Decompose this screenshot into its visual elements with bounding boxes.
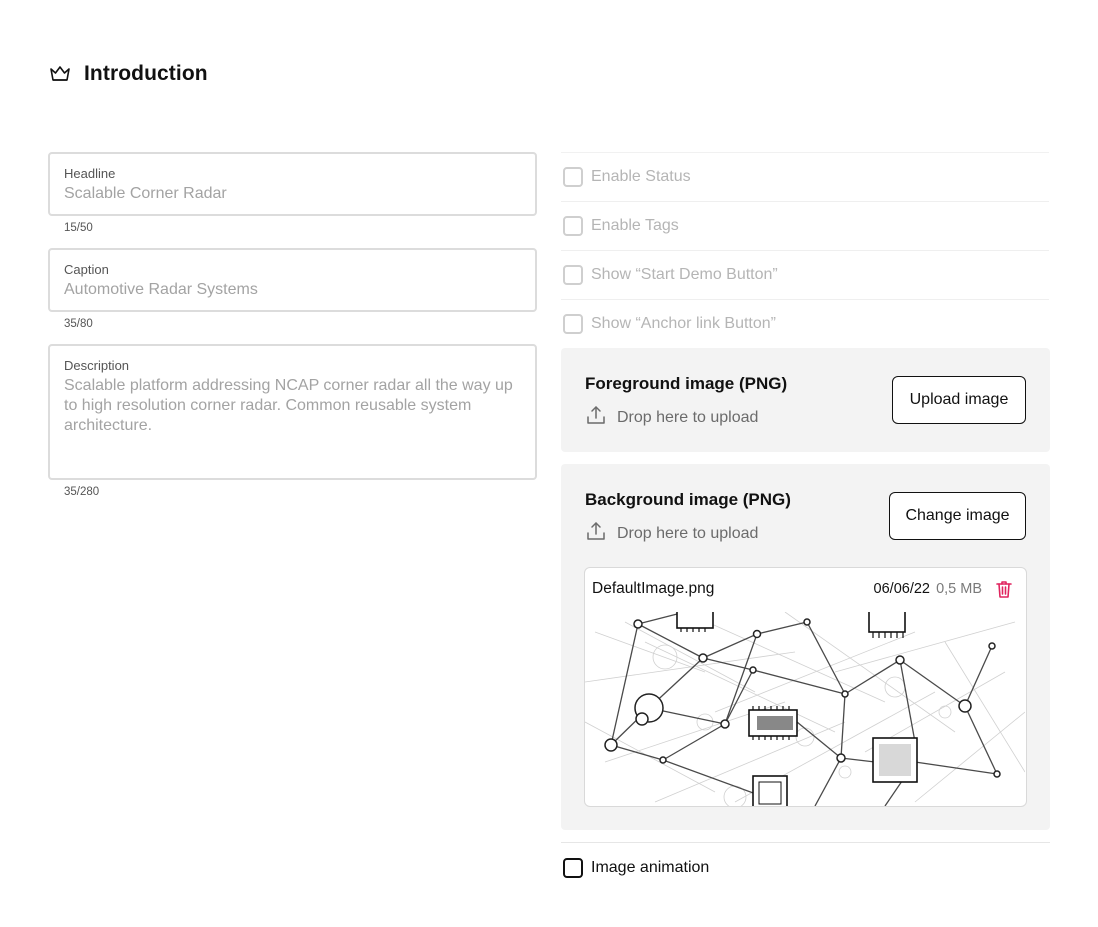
- description-label: Description: [64, 358, 130, 373]
- upload-image-button[interactable]: Upload image: [892, 376, 1026, 424]
- background-title: Background image (PNG): [585, 490, 791, 509]
- option-label: Image animation: [591, 858, 710, 876]
- background-drop-zone[interactable]: Drop here to upload: [585, 520, 758, 547]
- foreground-image-panel: Foreground image (PNG) Drop here to uplo…: [561, 348, 1050, 452]
- drop-text: Drop here to upload: [617, 408, 759, 426]
- foreground-drop-zone[interactable]: Drop here to upload: [585, 404, 758, 431]
- image-preview: [585, 612, 1025, 806]
- file-name: DefaultImage.png: [592, 580, 715, 597]
- headline-counter: 15/50: [64, 222, 93, 234]
- caption-label: Caption: [64, 262, 109, 277]
- checkbox[interactable]: [563, 265, 583, 285]
- description-counter: 35/280: [64, 486, 100, 498]
- headline-label: Headline: [64, 166, 116, 181]
- file-date: 06/06/22: [873, 581, 930, 597]
- checkbox[interactable]: [563, 216, 583, 236]
- change-image-button[interactable]: Change image: [889, 492, 1026, 540]
- description-field[interactable]: Description Scalable platform addressing…: [48, 344, 537, 480]
- option-label: Show “Start Demo Button”: [591, 266, 778, 283]
- option-label: Enable Tags: [591, 217, 679, 234]
- section-header: Introduction: [48, 62, 208, 86]
- option-start-demo-button[interactable]: Show “Start Demo Button”: [561, 250, 1049, 299]
- caption-counter: 35/80: [64, 318, 93, 330]
- caption-field[interactable]: Caption Automotive Radar Systems: [48, 248, 537, 312]
- checkbox[interactable]: [563, 167, 583, 187]
- background-image-panel: Background image (PNG) Drop here to uplo…: [561, 464, 1050, 830]
- description-value[interactable]: Scalable platform addressing NCAP corner…: [64, 376, 521, 436]
- caption-value[interactable]: Automotive Radar Systems: [64, 280, 521, 300]
- drop-text: Drop here to upload: [617, 524, 759, 542]
- page-title: Introduction: [84, 62, 208, 85]
- file-card: DefaultImage.png 06/06/22 0,5 MB: [584, 567, 1027, 807]
- option-image-animation[interactable]: Image animation: [561, 843, 1049, 892]
- checkbox[interactable]: [563, 314, 583, 334]
- headline-value[interactable]: Scalable Corner Radar: [64, 184, 521, 204]
- trash-icon[interactable]: [994, 579, 1014, 599]
- option-label: Enable Status: [591, 168, 691, 185]
- upload-icon: [585, 404, 607, 431]
- headline-field[interactable]: Headline Scalable Corner Radar: [48, 152, 537, 216]
- foreground-title: Foreground image (PNG): [585, 374, 788, 393]
- option-enable-tags[interactable]: Enable Tags: [561, 201, 1049, 250]
- option-label: Show “Anchor link Button”: [591, 315, 776, 332]
- upload-icon: [585, 520, 607, 547]
- checkbox[interactable]: [563, 857, 583, 878]
- crown-icon: [48, 62, 72, 86]
- option-enable-status[interactable]: Enable Status: [561, 152, 1049, 201]
- option-anchor-link-button[interactable]: Show “Anchor link Button”: [561, 299, 1049, 348]
- file-size: 0,5 MB: [936, 581, 982, 597]
